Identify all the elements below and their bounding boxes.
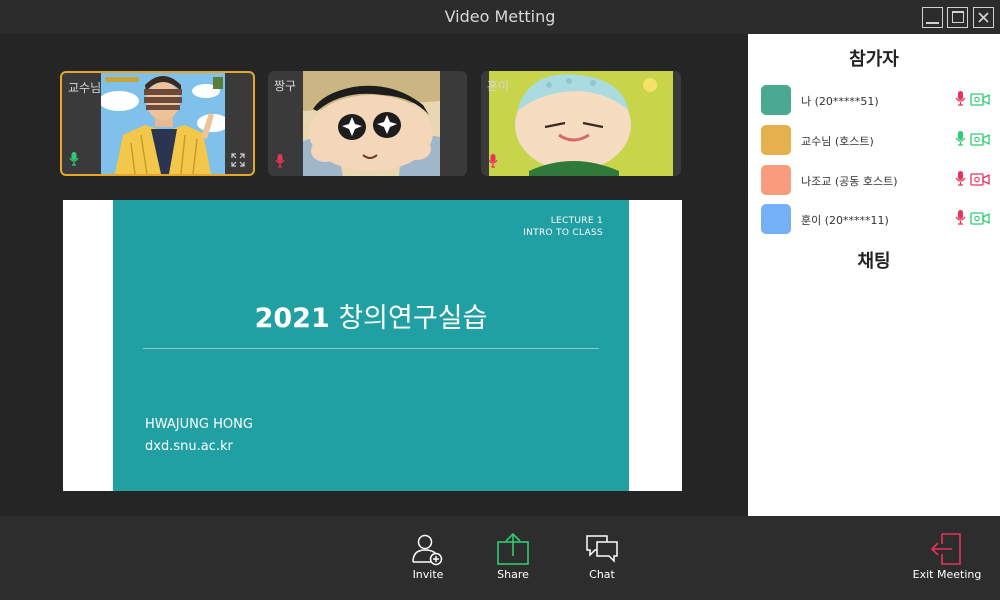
participants-heading: 참가자 (849, 49, 899, 70)
mic-off-icon[interactable] (955, 210, 966, 225)
meeting-toolbar: Invite Share Chat Exit Meeting (0, 516, 1000, 600)
exit-meeting-button[interactable]: Exit Meeting (912, 532, 982, 581)
participant-video (489, 71, 673, 176)
share-icon (497, 532, 529, 565)
share-button[interactable]: Share (483, 532, 543, 581)
participant-name: 훈이 (20*****11) (801, 214, 889, 227)
participant-name: 교수님 (호스트) (801, 135, 874, 148)
chat-icon (586, 535, 618, 563)
slide-lecture-number: LECTURE 1 (550, 216, 603, 226)
chat-heading: 채팅 (857, 251, 891, 272)
slide-title-year: 2021 (254, 303, 330, 334)
avatar (761, 85, 791, 115)
side-panel: 참가자 나 (20*****51) 교수님 (호스트) 나조교 (공동 호스트)… (748, 34, 1000, 516)
exit-meeting-label: Exit Meeting (912, 568, 982, 581)
camera-off-icon[interactable] (970, 173, 990, 186)
chat-label: Chat (589, 568, 615, 581)
shared-screen: LECTURE 1 INTRO TO CLASS 2021 창의연구실습 HWA… (63, 200, 682, 491)
close-icon (978, 12, 989, 23)
mic-off-icon[interactable] (955, 91, 966, 106)
slide-website: dxd.snu.ac.kr (145, 439, 233, 454)
participant-row[interactable]: 훈이 (20*****11) (761, 204, 991, 234)
presentation-slide: LECTURE 1 INTRO TO CLASS 2021 창의연구실습 HWA… (113, 200, 629, 491)
participant-video (99, 73, 229, 174)
title-bar: Video Metting (0, 0, 1000, 34)
mic-on-icon[interactable] (955, 131, 966, 146)
tile-name: 교수님 (68, 81, 102, 95)
participant-row[interactable]: 나조교 (공동 호스트) (761, 165, 991, 195)
participant-tile-jjanggu[interactable]: 짱구 (268, 71, 467, 176)
slide-divider (143, 348, 599, 349)
exit-icon (930, 533, 961, 565)
slide-lecture-subtitle: INTRO TO CLASS (523, 228, 603, 238)
add-person-icon (412, 534, 443, 566)
minimize-button[interactable] (922, 7, 943, 28)
camera-on-icon[interactable] (970, 93, 990, 106)
invite-button[interactable]: Invite (398, 532, 458, 581)
participant-name: 나조교 (공동 호스트) (801, 175, 898, 188)
avatar (761, 204, 791, 234)
window-title: Video Metting (444, 7, 556, 26)
tile-name: 짱구 (274, 79, 297, 93)
chat-button[interactable]: Chat (572, 532, 632, 581)
camera-on-icon[interactable] (970, 212, 990, 225)
meeting-stage: 교수님 짱구 훈이 LECTURE 1 INTRO TO CLASS 2021 … (0, 34, 748, 516)
invite-label: Invite (412, 568, 444, 581)
participant-tile-professor[interactable]: 교수님 (60, 71, 255, 176)
participant-video (303, 71, 440, 176)
close-button[interactable] (973, 7, 994, 28)
slide-lecture-label: LECTURE 1 INTRO TO CLASS (523, 215, 603, 239)
participant-tile-huni[interactable]: 훈이 (481, 71, 681, 176)
participant-row[interactable]: 나 (20*****51) (761, 85, 991, 115)
participant-row[interactable]: 교수님 (호스트) (761, 125, 991, 155)
avatar (761, 125, 791, 155)
slide-title-text: 창의연구실습 (338, 303, 488, 334)
tile-name: 훈이 (487, 79, 510, 93)
slide-title: 2021 창의연구실습 (113, 296, 629, 335)
mic-on-icon (69, 152, 79, 166)
avatar (761, 165, 791, 195)
maximize-button[interactable] (947, 7, 968, 28)
participant-name: 나 (20*****51) (801, 95, 879, 108)
slide-author: HWAJUNG HONG (145, 417, 253, 432)
share-label: Share (497, 568, 529, 581)
mic-off-icon (275, 154, 285, 168)
camera-on-icon[interactable] (970, 133, 990, 146)
mic-off-icon[interactable] (955, 171, 966, 186)
expand-icon[interactable] (231, 153, 245, 167)
mic-off-icon (488, 154, 498, 168)
